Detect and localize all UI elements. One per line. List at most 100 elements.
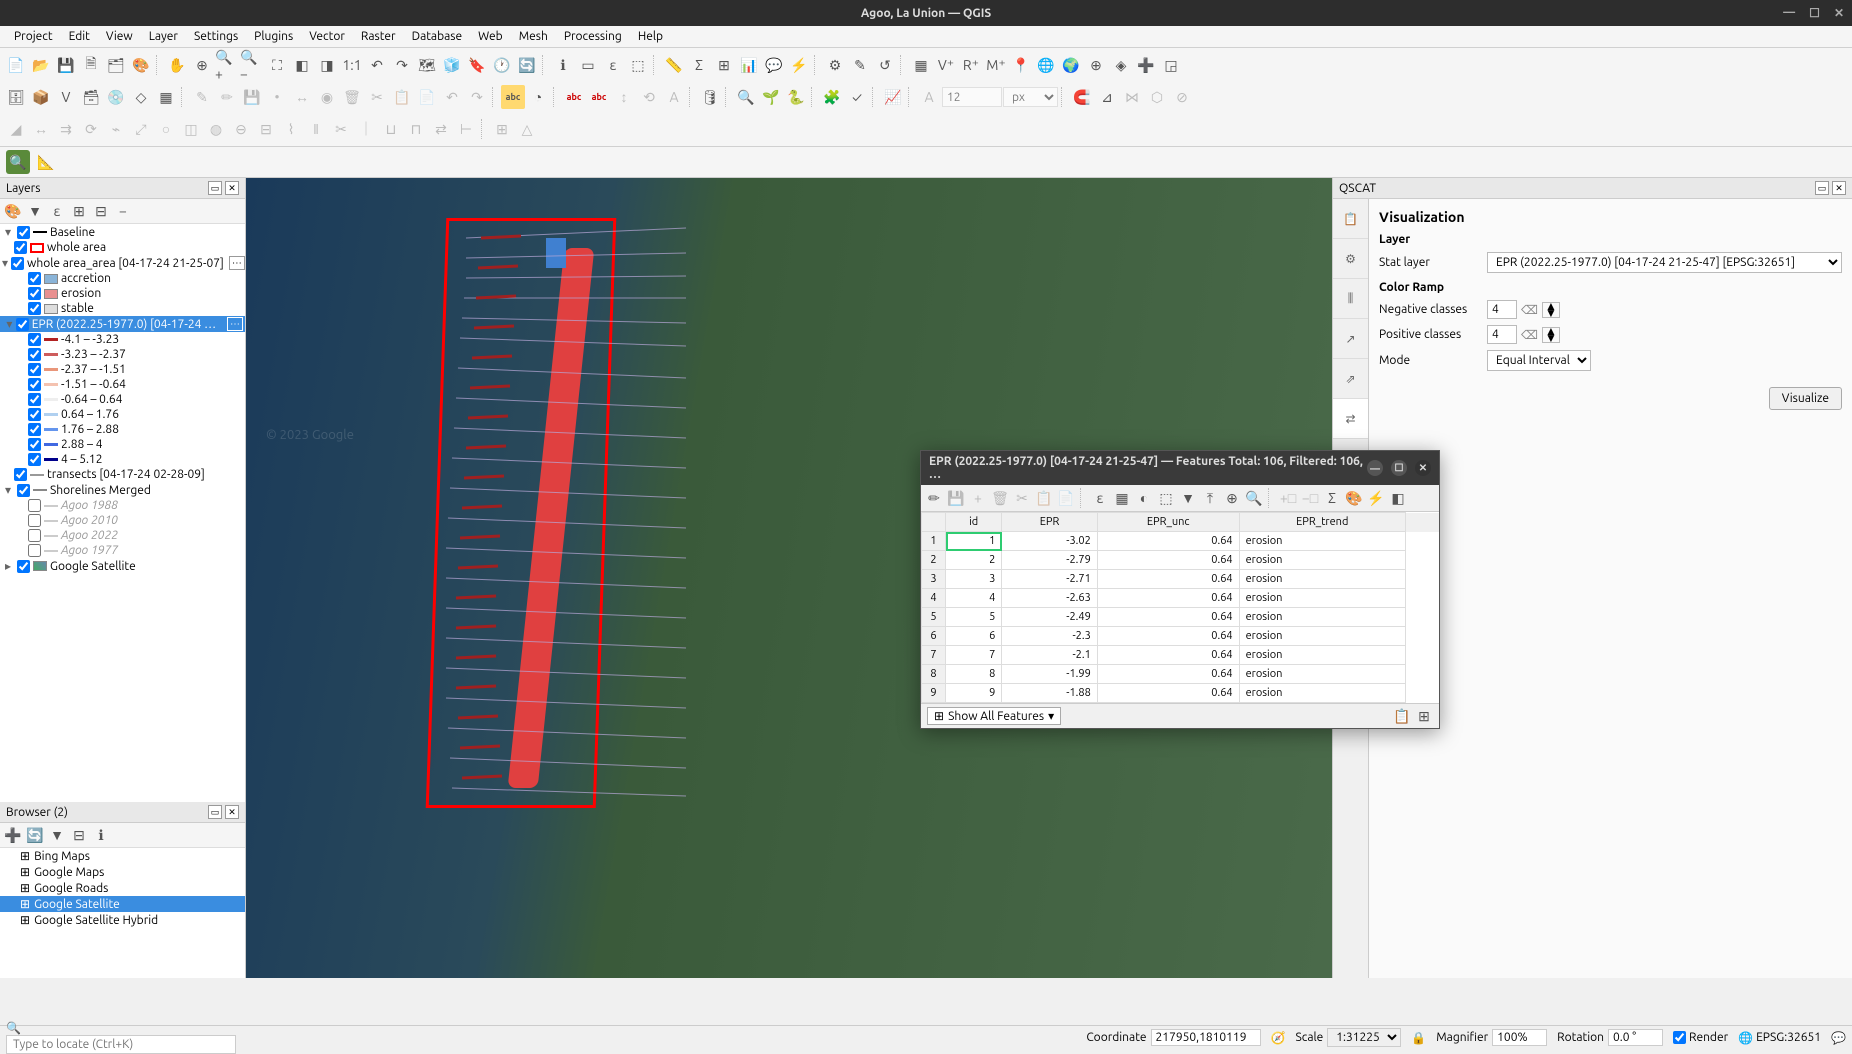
table-row[interactable]: 66-2.30.64erosion	[922, 627, 1439, 646]
menu-mesh[interactable]: Mesh	[511, 28, 556, 45]
table-row[interactable]: 77-2.10.64erosion	[922, 646, 1439, 665]
new-3d-view-icon[interactable]: 🧊	[440, 53, 464, 77]
layer-checkbox[interactable]	[14, 468, 27, 481]
table-row[interactable]: 22-2.790.64erosion	[922, 551, 1439, 570]
class-label[interactable]: 0.64 – 1.76	[61, 408, 119, 421]
close-icon[interactable]: ✕	[1415, 460, 1431, 476]
minimize-icon[interactable]: —	[1367, 460, 1383, 476]
new-spatialite-icon[interactable]: 🗃	[79, 85, 103, 109]
browser-tree[interactable]: ⊞Bing Maps ⊞Google Maps ⊞Google Roads ⊞G…	[0, 848, 245, 978]
undock-icon[interactable]: ▭	[208, 805, 222, 819]
tab-visualization[interactable]: ⇄	[1333, 399, 1368, 439]
style-manager-icon[interactable]: 🎨	[129, 53, 153, 77]
layer-remove-icon[interactable]: −	[114, 202, 132, 220]
filter-icon[interactable]: ▼	[48, 826, 66, 844]
down-arrow-icon[interactable]: ▼	[1543, 335, 1559, 342]
table-row[interactable]: 33-2.710.64erosion	[922, 570, 1439, 589]
layer-checkbox[interactable]	[28, 287, 41, 300]
layer-checkbox[interactable]	[11, 257, 24, 270]
layout-manager-icon[interactable]: 🗂	[104, 53, 128, 77]
down-arrow-icon[interactable]: ▼	[1543, 310, 1559, 317]
field-calc-icon[interactable]: Σ	[1322, 488, 1342, 508]
layers-tree[interactable]: ▾Baseline whole area ▾whole area_area [0…	[0, 224, 245, 802]
mesh-create-icon[interactable]: M⁺	[984, 53, 1008, 77]
diagram-icon[interactable]: ◔	[526, 85, 550, 109]
deselect-all-icon[interactable]: ⬚	[1156, 488, 1176, 508]
move-to-top-icon[interactable]: ⤒	[1200, 488, 1220, 508]
maptips-icon[interactable]: 💬	[762, 53, 786, 77]
grass-tools-icon[interactable]: 🌱	[759, 85, 783, 109]
menu-help[interactable]: Help	[630, 28, 671, 45]
undock-icon[interactable]: ▭	[208, 181, 222, 195]
new-memory-icon[interactable]: 💿	[104, 85, 128, 109]
layer-checkbox[interactable]	[28, 363, 41, 376]
layer-checkbox[interactable]	[28, 544, 41, 557]
rotation-input[interactable]	[1608, 1029, 1663, 1046]
layer-checkbox[interactable]	[28, 393, 41, 406]
expand-icon[interactable]: ▾	[2, 225, 14, 239]
close-panel-icon[interactable]: ✕	[1832, 181, 1846, 195]
snapping-icon[interactable]: 🧲	[1070, 85, 1094, 109]
metasearch-icon[interactable]: 🔍	[734, 85, 758, 109]
layer-checkbox[interactable]	[28, 453, 41, 466]
layer-checkbox[interactable]	[28, 348, 41, 361]
tab-forecast[interactable]: ⇗	[1333, 359, 1368, 399]
layer-checkbox[interactable]	[28, 302, 41, 315]
maximize-icon[interactable]: ☐	[1391, 460, 1407, 476]
attribute-table-window[interactable]: EPR (2022.25-1977.0) [04-17-24 21-25-47]…	[920, 450, 1440, 729]
measure-icon[interactable]: 📏	[662, 53, 686, 77]
layer-checkbox[interactable]	[17, 226, 30, 239]
invert-selection-icon[interactable]: ◐	[1134, 488, 1154, 508]
new-print-layout-icon[interactable]: 🗎	[79, 53, 103, 77]
column-header[interactable]: EPR_unc	[1097, 513, 1239, 532]
class-label[interactable]: -3.23 – -2.37	[61, 348, 126, 361]
browser-item[interactable]: ⊞Google Satellite Hybrid	[0, 912, 245, 928]
layer-checkbox[interactable]	[17, 560, 30, 573]
layer-label[interactable]: Agoo 2022	[61, 529, 118, 542]
tab-settings[interactable]: ⚙	[1333, 239, 1368, 279]
layer-style-icon[interactable]: 🎨	[4, 202, 22, 220]
layer-checkbox[interactable]	[14, 241, 27, 254]
class-label[interactable]: 1.76 – 2.88	[61, 423, 119, 436]
layer-checkbox[interactable]	[28, 438, 41, 451]
expand-icon[interactable]: ▸	[2, 559, 14, 573]
field-calc-icon[interactable]: Σ	[687, 53, 711, 77]
add-layer-icon[interactable]: ➕	[1134, 53, 1158, 77]
menu-edit[interactable]: Edit	[61, 28, 98, 45]
temporal-icon[interactable]: 🕐	[490, 53, 514, 77]
properties-icon[interactable]: ℹ	[92, 826, 110, 844]
new-bookmark-icon[interactable]: 🔖	[465, 53, 489, 77]
layer-label[interactable]: accretion	[61, 272, 111, 285]
layer-label[interactable]: EPR (2022.25-1977.0) [04-17-24 21-25-47]	[32, 318, 222, 331]
label-pin-icon[interactable]: abc	[587, 85, 611, 109]
edit-model-icon[interactable]: ✎	[848, 53, 872, 77]
table-row[interactable]: 44-2.630.64erosion	[922, 589, 1439, 608]
select-by-expr-icon[interactable]: ε	[1090, 488, 1110, 508]
pan-to-selection-icon[interactable]: ⊕	[190, 53, 214, 77]
pan-to-selected-icon[interactable]: ⊕	[1222, 488, 1242, 508]
attribute-table-icon[interactable]: ⊞	[712, 53, 736, 77]
menu-project[interactable]: Project	[6, 28, 61, 45]
coord-input[interactable]	[1151, 1029, 1261, 1046]
label-highlight-icon[interactable]: abc	[562, 85, 586, 109]
new-geopackage-icon[interactable]: 📦	[29, 85, 53, 109]
menu-plugins[interactable]: Plugins	[246, 28, 301, 45]
layer-collapse-icon[interactable]: ⊟	[92, 202, 110, 220]
vector-create-icon[interactable]: V⁺	[934, 53, 958, 77]
column-header[interactable]: id	[946, 513, 1002, 532]
browser-item[interactable]: ⊞Google Maps	[0, 864, 245, 880]
label-icon[interactable]: abc	[501, 85, 525, 109]
layer-label[interactable]: transects [04-17-24 02-28-09]	[47, 468, 205, 481]
layer-filter-icon[interactable]: ▼	[26, 202, 44, 220]
layer-checkbox[interactable]	[28, 378, 41, 391]
expand-icon[interactable]: ▾	[2, 256, 8, 270]
browser-item[interactable]: ⊞Google Roads	[0, 880, 245, 896]
new-virtual-icon[interactable]: ◇	[129, 85, 153, 109]
menu-layer[interactable]: Layer	[141, 28, 186, 45]
show-all-features-button[interactable]: ⊞ Show All Features ▾	[927, 707, 1061, 725]
maximize-icon[interactable]: ☐	[1809, 6, 1820, 20]
menu-web[interactable]: Web	[470, 28, 511, 45]
identify-icon[interactable]: ℹ	[551, 53, 575, 77]
profile-tool-icon[interactable]: 📈	[881, 85, 905, 109]
gps-icon[interactable]: 📍	[1009, 53, 1033, 77]
